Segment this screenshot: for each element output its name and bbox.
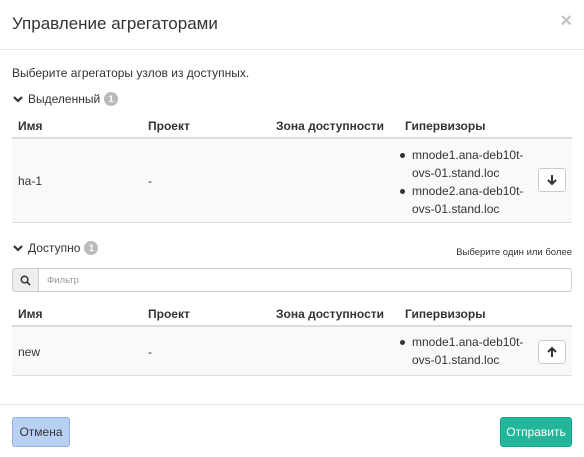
deallocate-button[interactable] — [538, 168, 566, 192]
select-hint: Выберите один или более — [456, 247, 572, 258]
filter-group — [12, 268, 572, 292]
filter-input[interactable] — [38, 268, 572, 292]
cancel-button[interactable]: Отмена — [12, 417, 70, 447]
row-name: new — [18, 345, 41, 359]
table-row: ha-1 - mnode1.ana-deb10t-ovs-01.stand.lo… — [12, 139, 572, 223]
selected-count-badge: 1 — [104, 92, 119, 106]
selected-section-toggle[interactable]: Выделенный 1 — [12, 92, 119, 106]
available-table-header: Имя Проект Зона доступности Гипервизоры — [12, 300, 572, 327]
selected-section-label: Выделенный — [28, 92, 101, 106]
row-name: ha-1 — [18, 174, 43, 188]
list-item: mnode1.ana-deb10t-ovs-01.stand.loc — [398, 333, 538, 369]
arrow-down-icon — [547, 175, 557, 186]
dialog-title: Управление агрегаторами — [12, 14, 218, 33]
col-zone: Зона доступности — [276, 307, 385, 321]
col-hypervisors: Гипервизоры — [405, 307, 486, 321]
list-item: mnode1.ana-deb10t-ovs-01.stand.loc — [398, 146, 538, 182]
dialog-header: Управление агрегаторами × — [0, 0, 584, 50]
col-name: Имя — [18, 119, 43, 133]
chevron-down-icon — [13, 96, 23, 103]
row-project: - — [148, 174, 152, 188]
submit-button[interactable]: Отправить — [500, 417, 572, 447]
col-name: Имя — [18, 307, 43, 321]
dialog-footer: Отмена Отправить — [0, 404, 584, 457]
col-project: Проект — [148, 119, 190, 133]
arrow-up-icon — [547, 346, 557, 357]
close-icon[interactable]: × — [560, 11, 572, 31]
dialog-intro: Выберите агрегаторы узлов из доступных. — [12, 66, 250, 80]
available-count-badge: 1 — [84, 241, 99, 255]
row-project: - — [148, 345, 152, 359]
col-hypervisors: Гипервизоры — [405, 119, 486, 133]
manage-aggregates-dialog: Управление агрегаторами × Выберите агрег… — [0, 0, 584, 457]
chevron-down-icon — [13, 245, 23, 252]
selected-table-header: Имя Проект Зона доступности Гипервизоры — [12, 112, 572, 139]
hypervisor-list: mnode1.ana-deb10t-ovs-01.stand.loc mnode… — [398, 146, 538, 218]
list-item: mnode2.ana-deb10t-ovs-01.stand.loc — [398, 182, 538, 218]
hypervisor-list: mnode1.ana-deb10t-ovs-01.stand.loc — [398, 333, 538, 369]
col-project: Проект — [148, 307, 190, 321]
available-section-label: Доступно — [28, 241, 81, 255]
table-row: new - mnode1.ana-deb10t-ovs-01.stand.loc — [12, 327, 572, 376]
col-zone: Зона доступности — [276, 119, 385, 133]
allocate-button[interactable] — [538, 340, 566, 364]
search-icon — [12, 268, 38, 292]
available-section-toggle[interactable]: Доступно 1 — [12, 241, 99, 255]
